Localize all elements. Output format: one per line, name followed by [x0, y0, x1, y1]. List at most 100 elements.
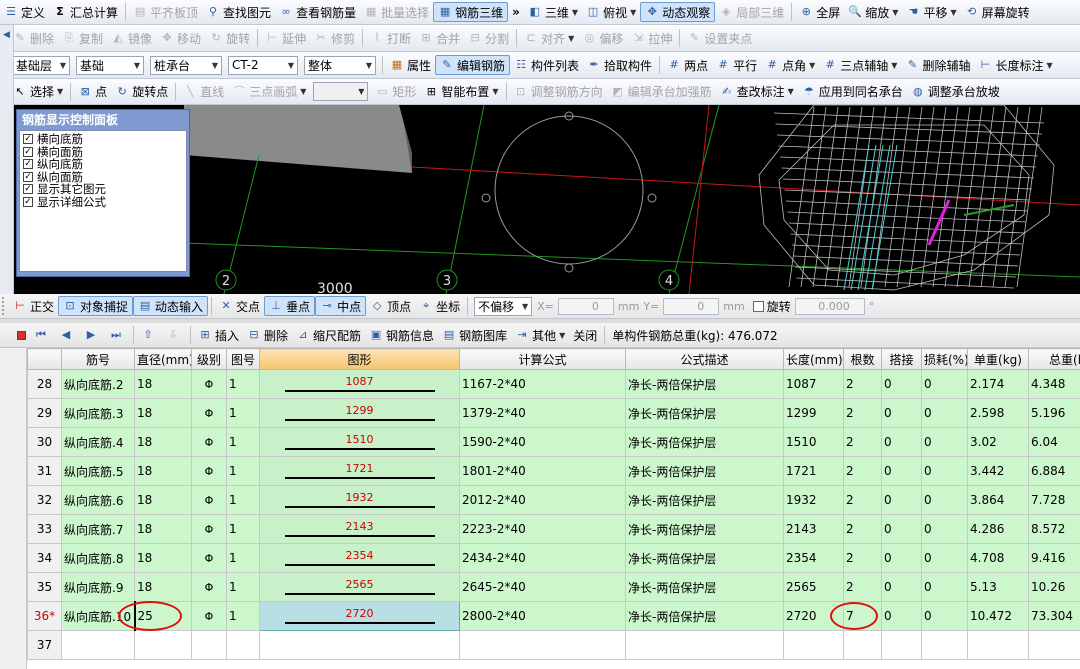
edit-cap-reinforcement-button[interactable]: ◩ 编辑承台加强筋: [607, 82, 716, 102]
empty-cell[interactable]: [1028, 630, 1080, 660]
mirror-button[interactable]: ◭ 镜像: [107, 28, 156, 48]
cell-count[interactable]: 2: [843, 572, 882, 602]
cell-formula-desc[interactable]: 净长-两倍保护层: [625, 398, 784, 428]
cell-figure-no[interactable]: 1: [226, 485, 260, 515]
move-down-button[interactable]: ⇩: [162, 325, 187, 345]
cell-unit-weight[interactable]: 2.598: [967, 398, 1029, 428]
header-formula[interactable]: 计算公式: [459, 348, 626, 370]
empty-cell[interactable]: [921, 630, 968, 660]
empty-cell[interactable]: [881, 630, 922, 660]
empty-cell[interactable]: [226, 630, 260, 660]
cell-shape[interactable]: 1087: [259, 369, 460, 399]
x-offset-input[interactable]: 0: [557, 297, 614, 315]
empty-cell[interactable]: [625, 630, 784, 660]
cell-formula-desc[interactable]: 净长-两倍保护层: [625, 601, 784, 631]
rotate-angle-input[interactable]: 0.000: [794, 297, 865, 315]
cell-diameter[interactable]: 18: [134, 485, 192, 515]
empty-cell[interactable]: [191, 630, 227, 660]
cell-bar-no[interactable]: 纵向底筋.2: [61, 369, 135, 399]
empty-cell[interactable]: [134, 630, 192, 660]
cell-formula-desc[interactable]: 净长-两倍保护层: [625, 427, 784, 457]
empty-cell[interactable]: [967, 630, 1029, 660]
offset-button[interactable]: ◎ 偏移: [578, 28, 627, 48]
cell-unit-weight[interactable]: 10.472: [967, 601, 1029, 631]
screen-rotate-button[interactable]: ⟲ 屏幕旋转: [961, 2, 1034, 22]
header-loss[interactable]: 损耗(%): [921, 348, 968, 370]
cell-total-weight[interactable]: 73.304: [1028, 601, 1080, 631]
cell-length[interactable]: 1087: [783, 369, 844, 399]
top-view-button[interactable]: ◫ 俯视 ▼: [582, 2, 640, 22]
component-list-button[interactable]: ☷ 构件列表: [510, 55, 583, 75]
cell-count[interactable]: 2: [843, 485, 882, 515]
cell-figure-no[interactable]: 1: [226, 456, 260, 486]
cell-formula-desc[interactable]: 净长-两倍保护层: [625, 485, 784, 515]
cell-grade[interactable]: Φ: [191, 514, 227, 544]
cell-lap[interactable]: 0: [881, 369, 922, 399]
empty-cell[interactable]: [61, 630, 135, 660]
three-point-arc-button[interactable]: ⌒ 三点画弧 ▼: [228, 82, 310, 102]
cell-loss[interactable]: 0: [921, 427, 968, 457]
component-type-select[interactable]: 桩承台 ▼: [150, 55, 222, 75]
view-rebar-button[interactable]: ∞ 查看钢筋量: [275, 2, 360, 22]
component-name-select[interactable]: CT-2 ▼: [228, 55, 298, 75]
cell-lap[interactable]: 0: [881, 427, 922, 457]
y-offset-input[interactable]: 0: [663, 297, 720, 315]
vertex-snap[interactable]: ◇ 顶点: [366, 296, 415, 316]
select-button[interactable]: ↖ 选择 ▼: [9, 82, 67, 102]
length-dimension-button[interactable]: ⊢ 长度标注 ▼: [974, 55, 1056, 75]
set-grip-button[interactable]: ✎ 设置夹点: [683, 28, 756, 48]
header-grade[interactable]: 级别: [191, 348, 227, 370]
cell-unit-weight[interactable]: 2.174: [967, 369, 1029, 399]
cell-unit-weight[interactable]: 3.442: [967, 456, 1029, 486]
empty-cell[interactable]: [843, 630, 882, 660]
header-unit-weight[interactable]: 单重(kg): [967, 348, 1029, 370]
row-number[interactable]: 30: [27, 427, 62, 457]
cell-formula-desc[interactable]: 净长-两倍保护层: [625, 514, 784, 544]
first-row-button[interactable]: ⏮: [30, 325, 55, 345]
cell-lap[interactable]: 0: [881, 572, 922, 602]
cell-formula[interactable]: 2012-2*40: [459, 485, 626, 515]
last-row-button[interactable]: ⏭: [105, 325, 130, 345]
zoom-button[interactable]: 🔍 缩放 ▼: [844, 2, 902, 22]
cell-figure-no[interactable]: 1: [226, 514, 260, 544]
dynamic-input-button[interactable]: ▤ 动态输入: [133, 296, 209, 316]
row-number[interactable]: 31: [27, 456, 62, 486]
row-number[interactable]: 37: [27, 630, 62, 660]
delete-row-button[interactable]: ⊟ 删除: [243, 325, 292, 345]
cell-total-weight[interactable]: 5.196: [1028, 398, 1080, 428]
next-row-button[interactable]: ▶: [80, 325, 105, 345]
header-figure-no[interactable]: 图号: [226, 348, 260, 370]
rebar-info-button[interactable]: ▣ 钢筋信息: [365, 325, 438, 345]
header-formula-desc[interactable]: 公式描述: [625, 348, 784, 370]
cell-bar-no[interactable]: 纵向底筋.7: [61, 514, 135, 544]
break-button[interactable]: ⌇ 打断: [366, 28, 415, 48]
cell-shape[interactable]: 2720: [259, 601, 460, 631]
cell-bar-no[interactable]: 纵向底筋.8: [61, 543, 135, 573]
cell-figure-no[interactable]: 1: [226, 369, 260, 399]
parallel-axis-button[interactable]: # 平行: [712, 55, 761, 75]
checkbox-checked-icon[interactable]: ✓: [23, 196, 33, 207]
cell-unit-weight[interactable]: 3.02: [967, 427, 1029, 457]
cell-grade[interactable]: Φ: [191, 485, 227, 515]
pan-button[interactable]: ☚ 平移 ▼: [902, 2, 960, 22]
header-shape[interactable]: 图形: [259, 348, 460, 370]
cell-loss[interactable]: 0: [921, 485, 968, 515]
cell-formula[interactable]: 1379-2*40: [459, 398, 626, 428]
cell-total-weight[interactable]: 4.348: [1028, 369, 1080, 399]
scale-rebar-button[interactable]: ⊿ 缩尺配筋: [292, 325, 365, 345]
cell-total-weight[interactable]: 6.884: [1028, 456, 1080, 486]
cell-shape[interactable]: 1721: [259, 456, 460, 486]
close-button[interactable]: 关闭: [569, 325, 601, 345]
close-panel-icon[interactable]: [17, 330, 26, 340]
cell-figure-no[interactable]: 1: [226, 427, 260, 457]
cell-diameter[interactable]: 18: [134, 456, 192, 486]
move-up-button[interactable]: ⇧: [137, 325, 162, 345]
cell-diameter[interactable]: 18: [134, 398, 192, 428]
rotate-checkbox[interactable]: [752, 300, 764, 312]
option-show-formula[interactable]: ✓ 显示详细公式: [23, 195, 183, 209]
cell-grade[interactable]: Φ: [191, 601, 227, 631]
cell-unit-weight[interactable]: 4.708: [967, 543, 1029, 573]
cell-count[interactable]: 2: [843, 543, 882, 573]
cell-grade[interactable]: Φ: [191, 398, 227, 428]
cell-loss[interactable]: 0: [921, 398, 968, 428]
